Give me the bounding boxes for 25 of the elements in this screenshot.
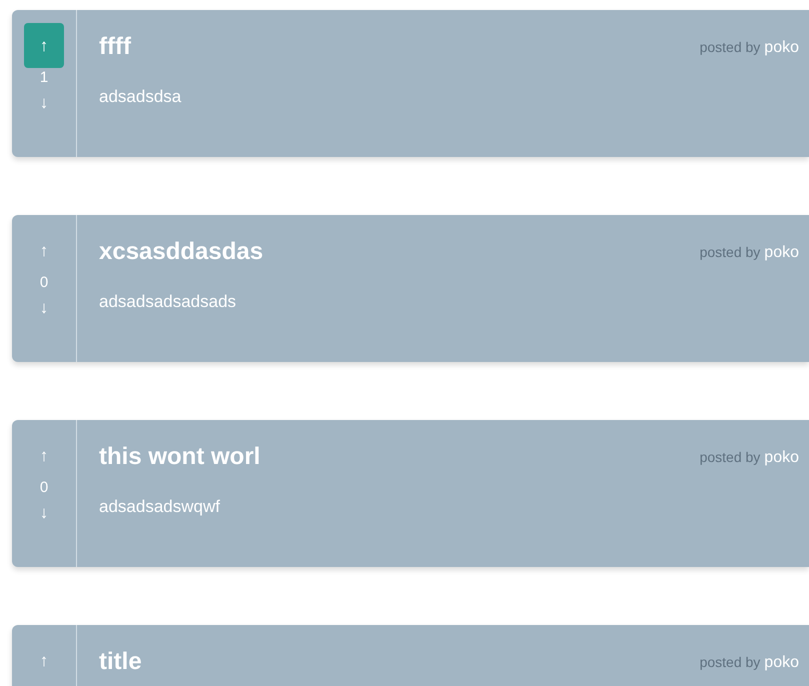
post-body: adsadsadswqwf: [99, 496, 221, 518]
vote-score: 1: [40, 68, 48, 88]
posted-by-label: posted by: [700, 38, 760, 57]
upvote-button[interactable]: ↑: [24, 433, 64, 478]
downvote-button[interactable]: ↓: [40, 500, 48, 526]
vote-score: 0: [40, 273, 48, 293]
vote-score: 0: [40, 478, 48, 498]
posted-by-label: posted by: [700, 243, 760, 262]
author-name: poko: [764, 448, 799, 468]
author-name: poko: [764, 38, 799, 58]
upvote-button[interactable]: ↑: [24, 23, 64, 68]
upvote-button[interactable]: ↑: [24, 228, 64, 273]
upvote-button[interactable]: ↑: [24, 638, 64, 683]
post-title: title: [99, 647, 142, 677]
posted-by-label: posted by: [700, 448, 760, 467]
post-title: this wont worl: [99, 442, 260, 472]
posted-by-label: posted by: [700, 653, 760, 672]
author-name: poko: [764, 243, 799, 263]
downvote-button[interactable]: ↓: [40, 90, 48, 116]
post-body: adsadsdsa: [99, 86, 182, 108]
post-title: ffff: [99, 32, 131, 62]
post-title: xcsasddasdas: [99, 237, 264, 267]
author-name: poko: [764, 653, 799, 673]
post-body: adsadsadsadsads: [99, 291, 238, 313]
downvote-button[interactable]: ↓: [40, 295, 48, 320]
